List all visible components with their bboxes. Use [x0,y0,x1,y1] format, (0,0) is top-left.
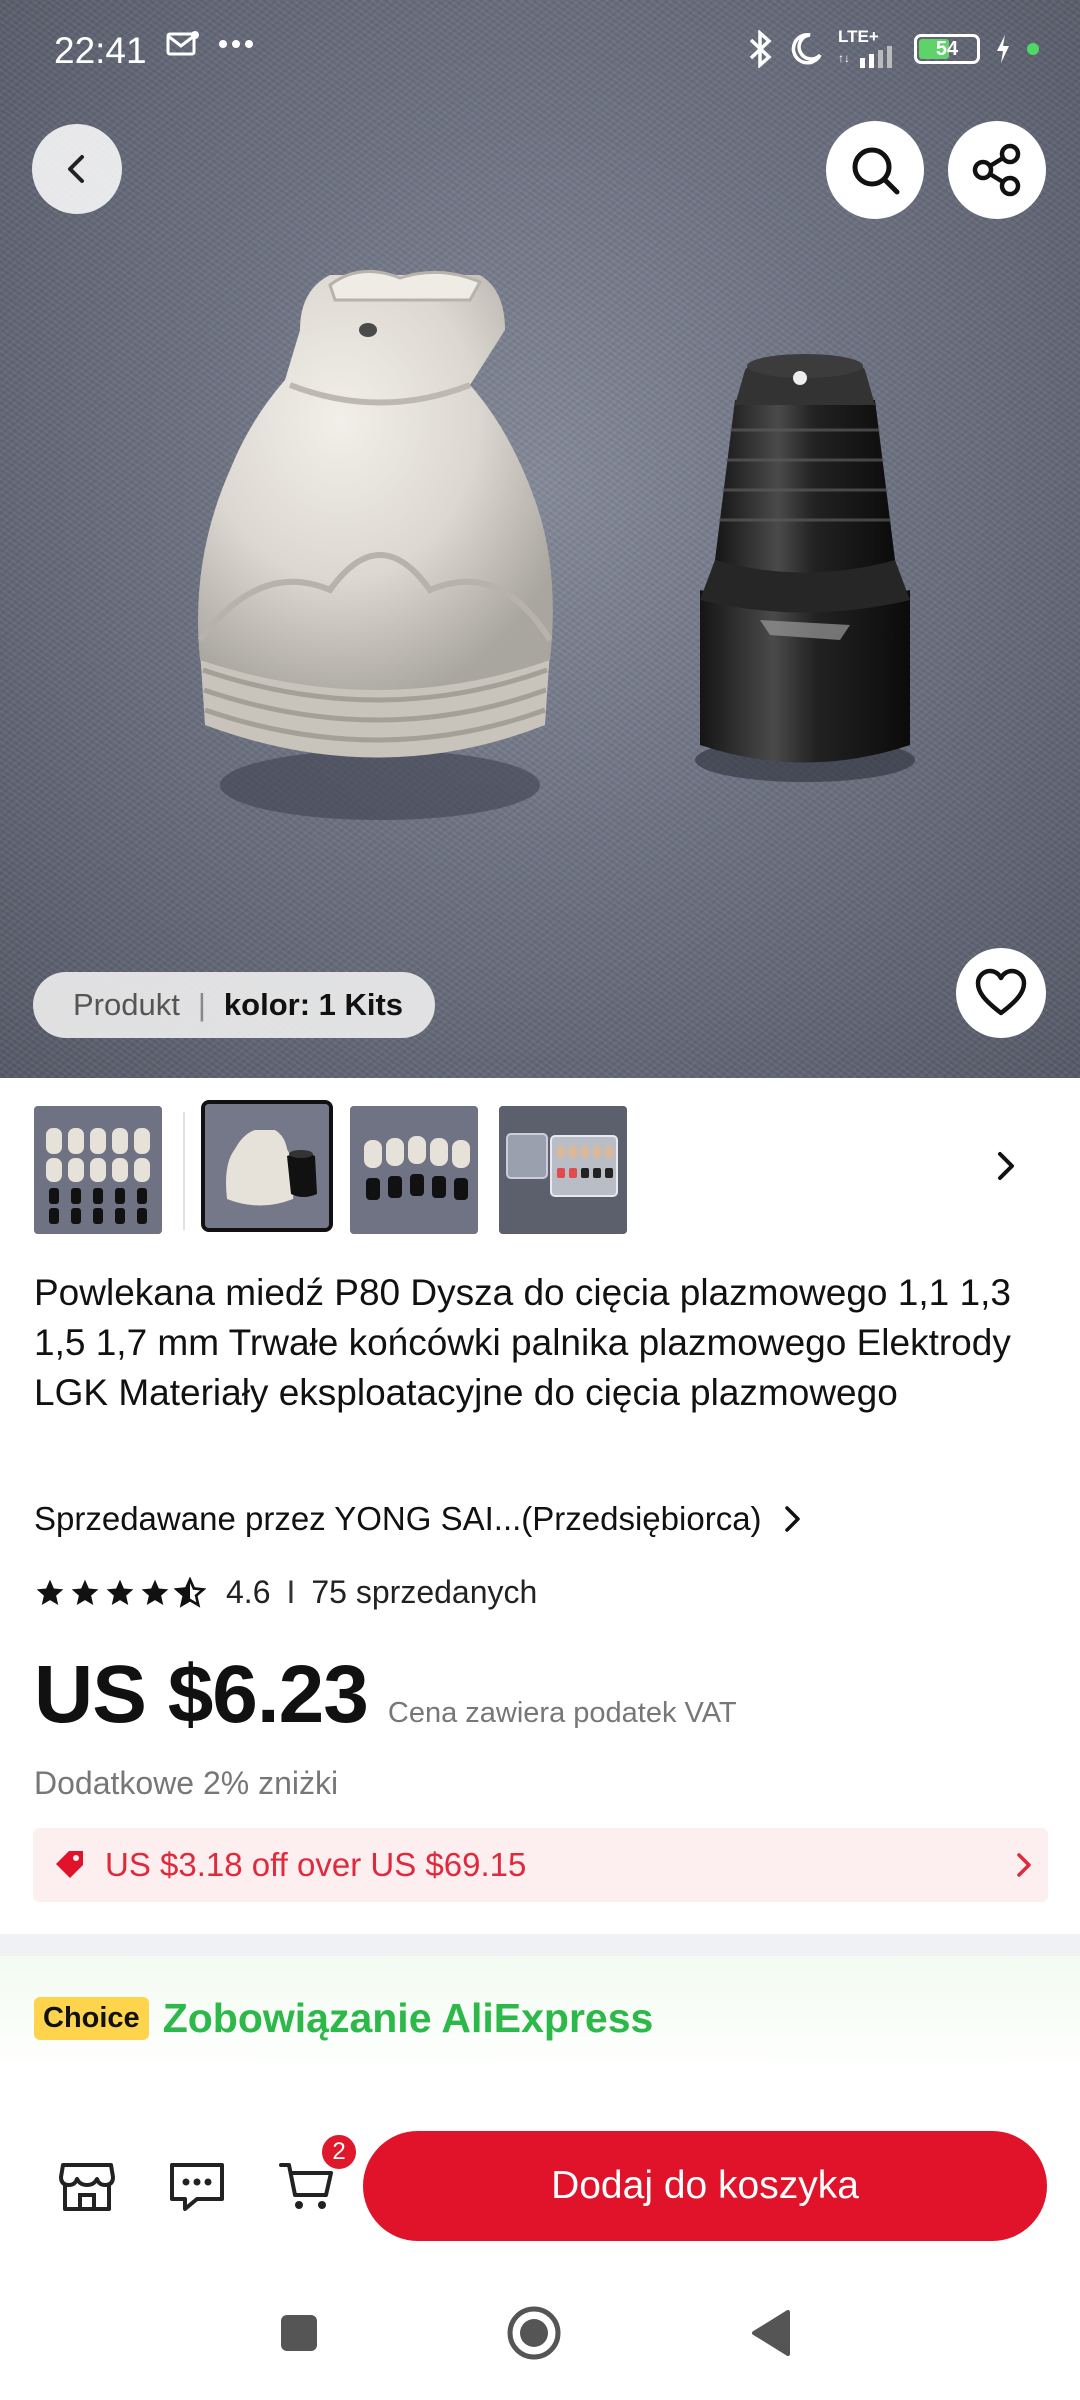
network-type: LTE+ [838,27,879,46]
star-half-icon [174,1576,206,1608]
star-icon [36,1579,64,1605]
coupon-text: US $3.18 off over US $69.15 [105,1846,527,1883]
thumbnail-1[interactable] [34,1106,162,1234]
choice-badge: Choice [34,1996,149,2040]
thumbnail-4[interactable] [499,1106,627,1234]
status-bar: 22:41 LTE+ ↑↓ 54 [0,0,1080,100]
thumbnail-divider [183,1112,185,1230]
svg-text:↑↓: ↑↓ [838,51,850,65]
ceramic-nozzle [197,269,553,820]
thumbnail-image [499,1106,627,1234]
chat-icon [170,2163,224,2211]
tag-icon [53,1848,87,1882]
section-divider [0,1934,1080,1956]
share-icon [972,143,1021,197]
star-icon [106,1579,134,1605]
thumbnail-image [34,1106,162,1234]
store-icon [59,2163,115,2211]
seller-text: Sprzedawane przez YONG SAI...(Przedsiębi… [34,1500,762,1537]
variant-chip[interactable]: Produkt | kolor: 1 Kits [33,972,435,1038]
variant-value: kolor: 1 Kits [223,987,404,1022]
back-nav-button[interactable] [736,2298,806,2368]
back-button[interactable] [32,124,122,214]
share-button[interactable] [948,121,1046,219]
rating-value: 4.6 [226,1574,271,1610]
vat-note: Cena zawiera podatek VAT [387,1697,737,1729]
rating-row[interactable]: 4.6 I 75 sprzedanych [34,1574,537,1611]
black-electrode [695,354,915,782]
thumbnail-image [350,1106,478,1234]
coupon-banner[interactable]: US $3.18 off over US $69.15 [33,1828,1048,1902]
store-button[interactable] [56,2155,118,2217]
moon-icon [791,33,822,65]
status-notifications [166,30,254,58]
cart-count-badge: 2 [320,2133,358,2171]
search-button[interactable] [826,121,924,219]
seller-link[interactable]: Sprzedawane przez YONG SAI...(Przedsiębi… [34,1500,804,1538]
chevron-right-icon [998,1152,1014,1180]
system-nav-bar [0,2270,1080,2400]
battery-icon: 54 [914,34,980,64]
price-row: US $6.23 Cena zawiera podatek VAT [34,1648,737,1742]
thumbnails-next-button[interactable] [990,1148,1022,1189]
rating-separator: I [286,1574,296,1610]
more-dots-icon [219,40,253,48]
thumbnail-image [205,1104,329,1228]
rating-stars [34,1576,206,1609]
star-icon [71,1579,99,1605]
choice-banner[interactable]: Choice Zobowiązanie AliExpress [0,1956,1080,2080]
thumbnail-2-selected[interactable] [201,1100,333,1232]
thumbnail-3[interactable] [350,1106,478,1234]
product-title: Powlekana miedź P80 Dysza do cięcia plaz… [34,1272,1011,1413]
signal-icon: LTE+ ↑↓ [838,27,900,68]
wishlist-button[interactable] [956,948,1046,1038]
extra-discount: Dodatkowe 2% zniżki [34,1765,339,1801]
charging-icon [997,35,1009,63]
battery-level: 54 [935,37,959,60]
chevron-right-icon [784,1506,800,1532]
thumbnail-strip [0,1100,1080,1240]
status-time: 22:41 [54,30,147,71]
recents-button[interactable] [264,2298,334,2368]
back-icon [68,155,84,183]
mail-icon [166,31,199,56]
variant-label: Produkt [73,987,180,1022]
add-to-cart-button[interactable]: Dodaj do koszyka [363,2131,1047,2241]
price: US $6.23 [34,1649,369,1740]
back-triangle-icon [752,2310,790,2356]
active-dot-icon [1027,43,1039,55]
bluetooth-icon [749,30,772,68]
choice-text: Zobowiązanie AliExpress [162,1994,654,2041]
search-icon [852,147,900,195]
home-button[interactable] [499,2298,569,2368]
sold-count: 75 sprzedanych [311,1574,538,1610]
home-icon [507,2306,561,2360]
chat-button[interactable] [166,2155,228,2217]
heart-icon [975,968,1027,1016]
action-bar: 2 Dodaj do koszyka [0,2120,1080,2250]
status-system-icons: LTE+ ↑↓ 54 [748,27,1040,68]
variant-separator: | [197,987,206,1022]
star-icon [141,1579,169,1605]
recents-icon [281,2315,317,2351]
chevron-right-icon [1017,1853,1031,1877]
